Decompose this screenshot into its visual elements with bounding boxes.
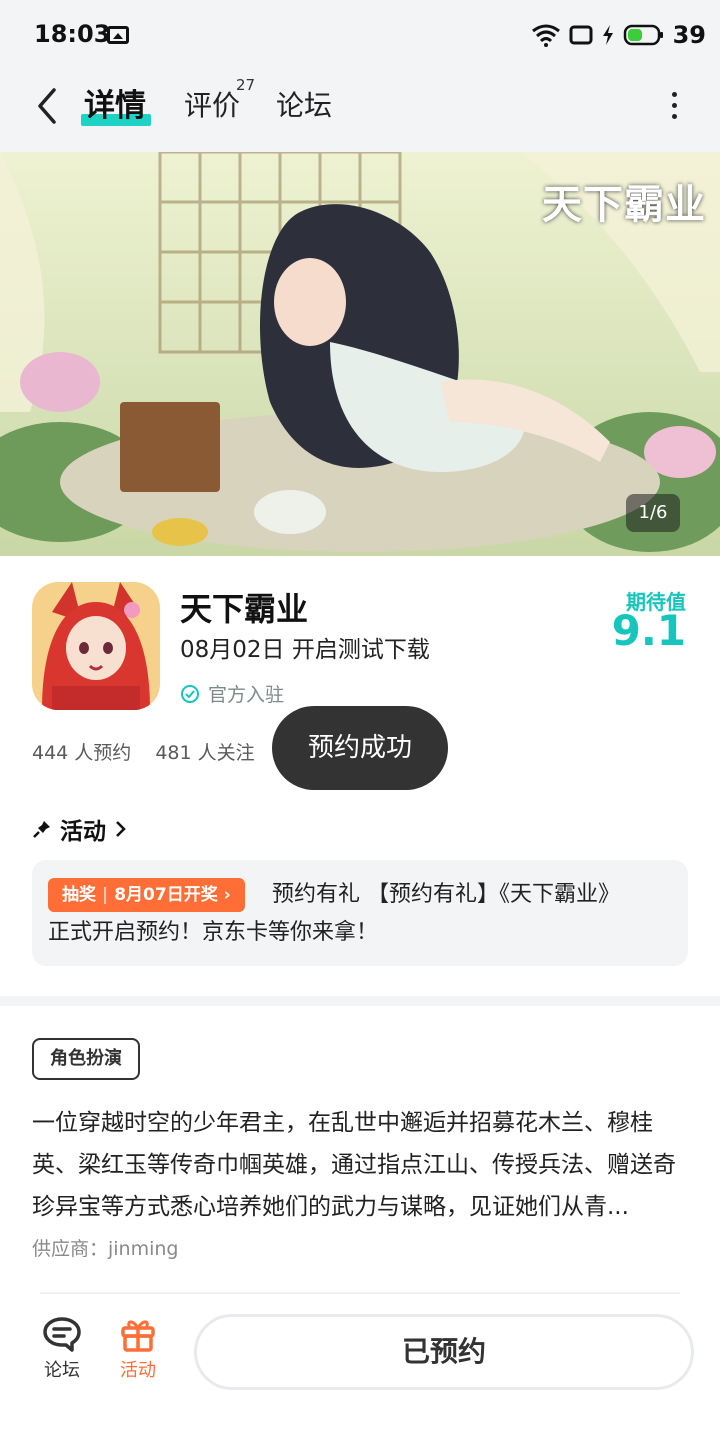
lottery-badge: 抽奖 | 8月07日开奖 › — [48, 878, 245, 912]
forum-chat-icon — [43, 1317, 81, 1352]
genre-tag[interactable]: 角色扮演 — [32, 1038, 140, 1080]
tab-forum[interactable]: 论坛 — [276, 86, 332, 126]
expectation-score: 9.1 — [611, 606, 686, 655]
pin-icon — [33, 821, 50, 838]
game-app-icon[interactable] — [32, 582, 160, 710]
gift-icon — [121, 1320, 155, 1352]
bottom-forum-button[interactable]: 论坛 — [32, 1316, 92, 1382]
chevron-right-icon — [116, 821, 126, 837]
battery-level: 39 — [672, 21, 706, 49]
bottom-action-bar: 论坛 活动 已预约 — [0, 1296, 720, 1440]
reservation-count: 444 人预约 — [32, 742, 132, 764]
activity-section-header[interactable]: 活动 — [32, 812, 128, 846]
top-area: 18:03 39 详情 评价 27 论坛 — [0, 0, 720, 152]
status-bar: 18:03 39 — [0, 0, 720, 72]
supplier-info: 供应商：jinming — [32, 1238, 179, 1260]
lottery-badge-date: 8月07日开奖 — [114, 885, 218, 905]
reservation-success-toast: 预约成功 — [272, 706, 448, 790]
wifi-icon — [531, 24, 560, 47]
sim-card-icon — [569, 25, 593, 45]
chevron-left-icon — [38, 88, 56, 124]
status-time: 18:03 — [34, 20, 111, 48]
game-description[interactable]: 一位穿越时空的少年君主，在乱世中邂逅并招募花木兰、穆桂英、梁红玉等传奇巾帼英雄，… — [32, 1102, 692, 1228]
banner-page-counter: 1/6 — [626, 494, 680, 532]
more-dot-icon — [671, 103, 677, 108]
banner-carousel[interactable]: 天下霸业 1/6 — [0, 152, 720, 556]
more-options-button[interactable] — [664, 88, 684, 124]
nav-bar: 详情 评价 27 论坛 — [0, 72, 720, 152]
lottery-badge-type: 抽奖 — [62, 885, 96, 905]
more-dot-icon — [671, 92, 677, 97]
chevron-right-icon: › — [223, 885, 231, 905]
game-release-info: 08月02日 开启测试下载 — [180, 637, 430, 663]
bottom-forum-label: 论坛 — [44, 1360, 80, 1381]
follower-count: 481 人关注 — [155, 742, 255, 764]
back-button[interactable] — [28, 84, 68, 128]
status-right: 39 — [531, 18, 706, 52]
lottery-badge-separator: | — [102, 885, 109, 905]
review-count-badge: 27 — [236, 76, 256, 94]
reserved-button[interactable]: 已预约 — [194, 1314, 694, 1390]
activity-title-line2: 正式开启预约！京东卡等你来拿！ — [48, 920, 379, 945]
bottom-activity-label: 活动 — [120, 1360, 156, 1381]
activity-header-label: 活动 — [60, 819, 106, 845]
footer-divider — [40, 1292, 680, 1294]
tab-detail[interactable]: 详情 — [84, 86, 146, 126]
game-title: 天下霸业 — [180, 590, 309, 628]
check-circle-icon — [181, 684, 199, 703]
banner-game-logo: 天下霸业 — [542, 181, 706, 228]
bottom-activity-button[interactable]: 活动 — [108, 1316, 168, 1382]
game-app-icon-art — [32, 582, 160, 710]
battery-icon — [623, 24, 663, 46]
image-notification-icon — [107, 26, 129, 44]
stats-row: 444 人预约 481 人关注 — [32, 738, 255, 765]
section-divider — [0, 996, 720, 1006]
more-dot-icon — [671, 114, 677, 119]
charging-icon — [602, 25, 613, 45]
activity-title-line1: 预约有礼 【预约有礼】《天下霸业》 — [272, 882, 620, 907]
activity-card[interactable]: 抽奖 | 8月07日开奖 › 预约有礼 【预约有礼】《天下霸业》 正式开启预约！… — [32, 860, 688, 966]
official-label: 官方入驻 — [208, 684, 285, 706]
tab-review[interactable]: 评价 — [184, 86, 240, 126]
official-badge: 官方入驻 — [180, 680, 284, 707]
